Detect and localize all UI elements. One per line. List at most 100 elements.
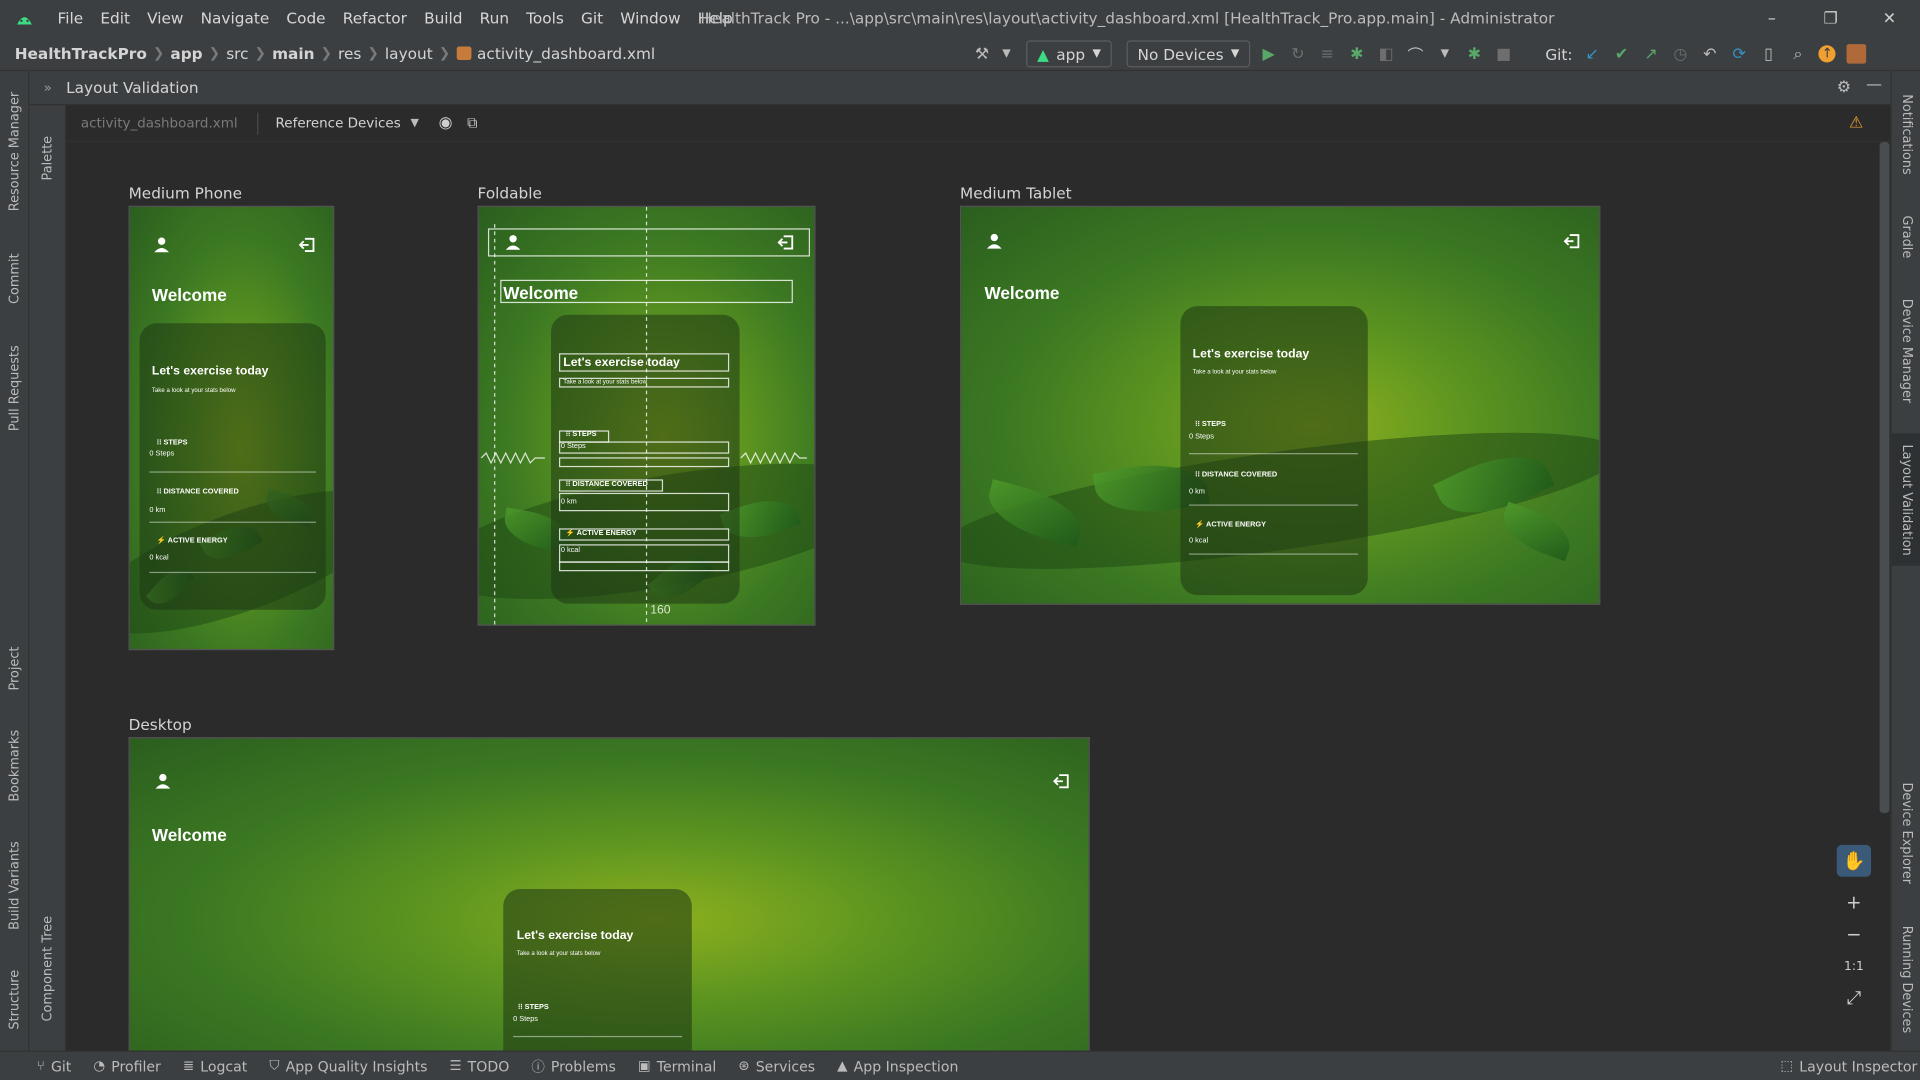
device-select[interactable]: No Devices ▼ (1126, 40, 1251, 68)
person-icon[interactable] (504, 234, 521, 251)
device-manager-icon[interactable]: ▯ (1759, 44, 1779, 64)
breadcrumb-layout[interactable]: layout (385, 44, 433, 62)
zoom-in-button[interactable]: + (1837, 887, 1871, 919)
hide-icon[interactable]: — (1866, 76, 1882, 94)
stop-icon[interactable]: ■ (1494, 44, 1514, 64)
breadcrumb-file[interactable]: activity_dashboard.xml (477, 44, 655, 62)
menu-build[interactable]: Build (416, 0, 472, 37)
git-update-icon[interactable]: ↙ (1582, 44, 1602, 64)
preview-foldable[interactable]: Let's exercise today Take a look at your… (477, 205, 816, 626)
breadcrumb-main[interactable]: main (272, 44, 314, 62)
person-icon[interactable] (154, 773, 171, 790)
menu-navigate[interactable]: Navigate (192, 0, 278, 37)
tab-running-devices[interactable]: Running Devices (1892, 921, 1920, 1039)
tab-terminal[interactable]: ▣ Terminal (638, 1057, 716, 1074)
chevron-down-icon[interactable]: ▼ (997, 44, 1017, 64)
preview-desktop[interactable]: Welcome Let's exercise today Take a look… (128, 737, 1090, 1051)
menu-code[interactable]: Code (278, 0, 334, 37)
tab-app-inspection[interactable]: ▲ App Inspection (837, 1057, 958, 1074)
tab-problems[interactable]: ⓘ Problems (531, 1056, 616, 1076)
run-icon[interactable]: ▶ (1259, 44, 1279, 64)
menu-window[interactable]: Window (612, 0, 690, 37)
menu-view[interactable]: View (139, 0, 192, 37)
tab-commit[interactable]: Commit (0, 242, 29, 315)
eye-icon[interactable]: ◉ (439, 114, 453, 132)
menu-tools[interactable]: Tools (518, 0, 573, 37)
gear-icon[interactable]: ⚙ (1837, 78, 1851, 96)
search-icon[interactable]: ⌕ (1788, 44, 1808, 64)
tab-structure[interactable]: Structure (0, 960, 29, 1038)
attach-debugger-icon[interactable]: ⌒ (1406, 44, 1426, 65)
tab-palette[interactable]: Palette (33, 115, 62, 201)
expand-icon[interactable]: » (29, 80, 66, 96)
git-push-icon[interactable]: ↗ (1641, 44, 1661, 64)
pan-hand-icon[interactable]: ✋ (1836, 844, 1872, 877)
tab-notifications[interactable]: Notifications (1892, 83, 1920, 186)
reference-devices-select[interactable]: Reference Devices (276, 115, 401, 131)
copy-icon[interactable]: ⧉ (467, 114, 478, 132)
git-rollback-icon[interactable]: ↶ (1700, 44, 1720, 64)
close-button[interactable]: ✕ (1861, 0, 1917, 37)
coverage-icon[interactable]: ≡ (1318, 44, 1338, 64)
tab-services[interactable]: ⊛ Services (738, 1057, 815, 1074)
stat-steps-label: ⁝⁝ STEPS (1195, 421, 1226, 429)
tab-logcat[interactable]: ≣ Logcat (183, 1057, 247, 1074)
tab-resource-manager[interactable]: Resource Manager (0, 83, 29, 220)
card-title: Let's exercise today (151, 364, 269, 379)
menu-edit[interactable]: Edit (92, 0, 139, 37)
logout-icon[interactable] (1053, 773, 1070, 790)
tab-component-tree[interactable]: Component Tree (33, 901, 62, 1036)
breadcrumb-res[interactable]: res (338, 44, 361, 62)
warning-icon[interactable]: ⚠ (1849, 114, 1863, 132)
person-icon[interactable] (153, 236, 170, 253)
run-config-select[interactable]: ▲ app ▼ (1026, 40, 1112, 68)
breadcrumb-app[interactable]: app (170, 44, 202, 62)
menu-run[interactable]: Run (471, 0, 517, 37)
logout-icon[interactable] (298, 236, 316, 253)
git-history-icon[interactable]: ◷ (1671, 44, 1691, 64)
tab-layout-validation[interactable]: Layout Validation (1891, 433, 1920, 566)
preview-medium-phone[interactable]: Welcome Let's exercise today Take a look… (128, 205, 335, 651)
tab-layout-inspector[interactable]: ⬚ Layout Inspector (1780, 1057, 1917, 1074)
apply-changes-icon[interactable]: ✱ (1465, 44, 1485, 64)
toolbar-divider (257, 112, 259, 135)
menu-git[interactable]: Git (572, 0, 611, 37)
zoom-fit-button[interactable]: ⤢ (1837, 982, 1871, 1014)
minimize-button[interactable]: – (1744, 0, 1800, 37)
profile-icon[interactable]: ◧ (1376, 44, 1396, 64)
divider (149, 471, 316, 473)
preview-medium-tablet[interactable]: Welcome Let's exercise today Take a look… (960, 205, 1601, 605)
sync-gradle-icon[interactable]: ⟳ (1729, 44, 1749, 64)
tab-build-variants[interactable]: Build Variants (0, 833, 29, 938)
breadcrumb-project[interactable]: HealthTrackPro (15, 44, 147, 62)
tab-gradle[interactable]: Gradle (1892, 203, 1920, 269)
tab-git[interactable]: ⑂ Git (37, 1057, 72, 1074)
chevron-down-icon[interactable]: ▼ (1435, 44, 1455, 64)
design-canvas[interactable]: Medium Phone Welcome Let's exercise toda… (66, 142, 1879, 1051)
restore-button[interactable]: ❐ (1802, 0, 1858, 37)
zoom-actual-size-button[interactable]: 1:1 (1837, 950, 1871, 982)
tab-profiler[interactable]: ◔ Profiler (93, 1057, 160, 1074)
menu-file[interactable]: File (49, 0, 92, 37)
tab-bookmarks[interactable]: Bookmarks (0, 720, 29, 811)
person-icon[interactable] (986, 233, 1003, 250)
tab-device-manager[interactable]: Device Manager (1892, 289, 1920, 414)
breadcrumb-src[interactable]: src (226, 44, 248, 62)
tab-pull-requests[interactable]: Pull Requests (0, 336, 29, 441)
hammer-icon[interactable]: ⚒ (972, 44, 992, 64)
avatar[interactable] (1846, 44, 1867, 64)
chevron-down-icon[interactable]: ▼ (411, 117, 419, 129)
debug-icon[interactable]: ✱ (1347, 44, 1367, 64)
tab-project[interactable]: Project (0, 634, 29, 703)
updates-icon[interactable]: ↑ (1818, 44, 1838, 64)
tab-todo[interactable]: ☰ TODO (449, 1057, 509, 1074)
zoom-out-button[interactable]: − (1837, 918, 1871, 950)
vertical-scrollbar[interactable] (1879, 142, 1890, 814)
tab-app-quality-insights[interactable]: ⛉ App Quality Insights (269, 1057, 427, 1074)
logout-icon[interactable] (777, 234, 795, 251)
menu-refactor[interactable]: Refactor (334, 0, 415, 37)
tab-device-explorer[interactable]: Device Explorer (1892, 774, 1920, 892)
git-commit-icon[interactable]: ✔ (1612, 44, 1632, 64)
logout-icon[interactable] (1563, 233, 1581, 250)
rerun-icon[interactable]: ↻ (1288, 44, 1308, 64)
